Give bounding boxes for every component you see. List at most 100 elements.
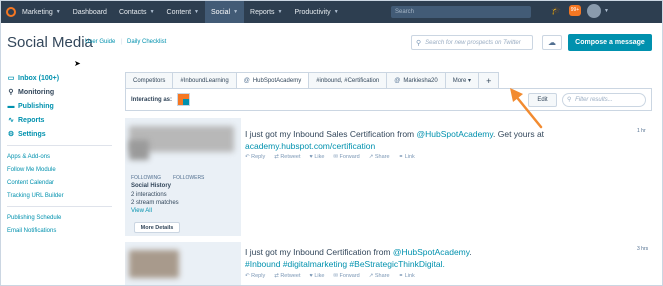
user-menu-caret-icon[interactable]: ▼ <box>604 8 609 14</box>
chat-icon: ▬ <box>7 102 15 110</box>
hashtag-links[interactable]: #Inbound #digitalmarketing #BeStrategicT… <box>245 259 445 269</box>
academy-icon[interactable]: 🎓 <box>551 6 561 15</box>
stream-toolbar: Interacting as: Edit ⚲ Filter results... <box>125 88 652 111</box>
mention-link[interactable]: @HubSpotAcademy <box>393 247 470 257</box>
tweet-actions: ↶ Reply ⇄ Retweet ♥ Like ✉ Forward ↗ Share ⚭ … <box>245 154 424 160</box>
action-forward[interactable]: ✉ Forward <box>333 273 359 279</box>
search-icon: ⚲ <box>416 39 422 47</box>
nav-item-productivity[interactable]: Productivity ▼ <box>289 1 345 23</box>
gear-icon: ⚙ <box>7 131 15 138</box>
nav-item-marketing[interactable]: Marketing ▼ <box>16 1 67 23</box>
sidebar-links-publishing: Publishing Schedule Email Notifications <box>7 211 112 237</box>
tweet-text-mid: . Get yours at <box>493 129 545 139</box>
nav-item-social[interactable]: Social ▼ <box>205 1 245 23</box>
sidebar-item-publishing[interactable]: ▬ Publishing <box>7 99 112 113</box>
sidebar-link-tracking-url-builder[interactable]: Tracking URL Builder <box>7 189 112 202</box>
page-title: Social Media <box>7 34 93 51</box>
tab-more[interactable]: More ▾ <box>444 72 480 88</box>
sidebar-item-label: Publishing <box>18 102 54 110</box>
action-like[interactable]: ♥ Like <box>310 154 325 160</box>
sidebar-link-follow-me-module[interactable]: Follow Me Module <box>7 163 112 176</box>
tab-label: #InboundLearning <box>180 77 229 84</box>
mouse-cursor-icon: ➤ <box>74 59 81 68</box>
action-like[interactable]: ♥ Like <box>310 273 325 279</box>
nav-item-content[interactable]: Content ▼ <box>161 1 205 23</box>
tab-hubspotacademy[interactable]: @ HubSpotAcademy <box>235 72 310 89</box>
action-forward[interactable]: ✉ Forward <box>333 154 359 160</box>
action-link[interactable]: ⚭ Link <box>399 273 415 279</box>
tab-competitors[interactable]: Competitors <box>125 72 174 88</box>
interacting-account-avatar[interactable] <box>177 93 190 106</box>
sidebar-main: ▭ Inbox (100+) ⚲ Monitoring ▬ Publishing ∿ Repo… <box>7 71 112 141</box>
inbox-icon: ▭ <box>7 75 15 82</box>
sidebar-links-apps: Apps & Add-ons Follow Me Module Content Ca… <box>7 150 112 202</box>
tab-label: Markiesha20 <box>403 77 438 84</box>
tweet-text-pre: I just got my Inbound Sales Certificatio… <box>245 129 417 139</box>
nav-item-dashboard[interactable]: Dashboard <box>67 1 113 23</box>
hubspot-logo-icon[interactable] <box>6 7 16 17</box>
more-details-button[interactable]: More Details <box>134 222 180 233</box>
sidebar-item-inbox-100[interactable]: ▭ Inbox (100+) <box>7 71 112 85</box>
global-search-input[interactable]: Search <box>391 6 531 18</box>
tab-inbound-certification[interactable]: #inbound, #Certification <box>308 72 388 88</box>
action-reply[interactable]: ↶ Reply <box>245 154 265 160</box>
user-avatar[interactable] <box>587 4 601 18</box>
profile-panel: FOLLOWING FOLLOWERS Social History 2 int… <box>125 118 241 236</box>
chevron-down-icon: ▼ <box>277 9 283 15</box>
stream-feed: FOLLOWING FOLLOWERS Social History 2 int… <box>125 118 652 285</box>
app-window: Marketing ▼ Dashboard Contacts ▼ Content ▼ Soci… <box>0 0 663 286</box>
certification-link[interactable]: academy.hubspot.com/certification <box>245 141 375 151</box>
nav-item-reports[interactable]: Reports ▼ <box>244 1 288 23</box>
stream-matches-count: 2 stream matches <box>131 200 179 206</box>
sidebar-link-content-calendar[interactable]: Content Calendar <box>7 176 112 189</box>
nav-items: Marketing ▼ Dashboard Contacts ▼ Content ▼ Soci… <box>16 1 345 23</box>
sidebar-divider <box>7 206 112 207</box>
search-icon: ⚲ <box>567 97 572 103</box>
user-guide-link[interactable]: User Guide <box>85 39 115 45</box>
add-tab-button[interactable]: + <box>478 72 500 88</box>
mention-link[interactable]: @HubSpotAcademy <box>417 129 494 139</box>
compose-message-button[interactable]: Compose a message <box>568 34 652 51</box>
profile-avatar <box>129 140 149 160</box>
nav-item-label: Productivity <box>294 8 331 16</box>
nav-item-label: Reports <box>250 8 275 16</box>
tab-label: #inbound, #Certification <box>316 77 380 84</box>
cloud-upload-button[interactable]: ☁ <box>542 35 562 50</box>
prospect-search-input[interactable]: ⚲ Search for new prospects on Twitter <box>411 35 533 50</box>
sidebar-item-label: Monitoring <box>18 88 55 96</box>
sidebar-link-apps-add-ons[interactable]: Apps & Add-ons <box>7 150 112 163</box>
action-reply[interactable]: ↶ Reply <box>245 273 265 279</box>
sidebar-item-settings[interactable]: ⚙ Settings <box>7 127 112 141</box>
notification-badge[interactable]: 99+ <box>569 5 581 16</box>
following-label: FOLLOWING <box>131 175 162 181</box>
sidebar-item-label: Reports <box>18 116 45 124</box>
daily-checklist-link[interactable]: Daily Checklist <box>127 39 166 45</box>
stream-item: FOLLOWING FOLLOWERS Social History 2 int… <box>125 118 652 236</box>
sidebar-link-publishing-schedule[interactable]: Publishing Schedule <box>7 211 112 224</box>
chevron-down-icon: ▼ <box>55 9 61 15</box>
action-share[interactable]: ↗ Share <box>369 154 390 160</box>
nav-item-label: Content <box>166 8 192 16</box>
sidebar-link-email-notifications[interactable]: Email Notifications <box>7 224 112 237</box>
at-icon: @ <box>243 78 250 84</box>
tab-markiesha20[interactable]: @ Markiesha20 <box>386 72 446 88</box>
sidebar-item-label: Inbox (100+) <box>18 74 60 82</box>
interactions-count: 2 interactions <box>131 192 167 198</box>
filter-placeholder: Filter results... <box>575 97 613 103</box>
view-all-link[interactable]: View All <box>131 208 152 214</box>
action-link[interactable]: ⚭ Link <box>399 154 415 160</box>
action-retweet[interactable]: ⇄ Retweet <box>274 273 300 279</box>
followers-label: FOLLOWERS <box>173 175 205 181</box>
chevron-down-icon: ▼ <box>333 9 339 15</box>
action-share[interactable]: ↗ Share <box>369 273 390 279</box>
nav-item-label: Contacts <box>118 8 147 16</box>
action-retweet[interactable]: ⇄ Retweet <box>274 154 300 160</box>
top-nav: Marketing ▼ Dashboard Contacts ▼ Content ▼ Soci… <box>1 1 662 23</box>
profile-avatar <box>129 250 179 278</box>
tab-inboundlearning[interactable]: #InboundLearning <box>172 72 237 88</box>
filter-results-input[interactable]: ⚲ Filter results... <box>562 93 646 107</box>
sidebar-item-monitoring[interactable]: ⚲ Monitoring <box>7 85 112 99</box>
sidebar-item-reports[interactable]: ∿ Reports <box>7 113 112 127</box>
nav-item-contacts[interactable]: Contacts ▼ <box>113 1 161 23</box>
at-icon: @ <box>394 77 401 84</box>
